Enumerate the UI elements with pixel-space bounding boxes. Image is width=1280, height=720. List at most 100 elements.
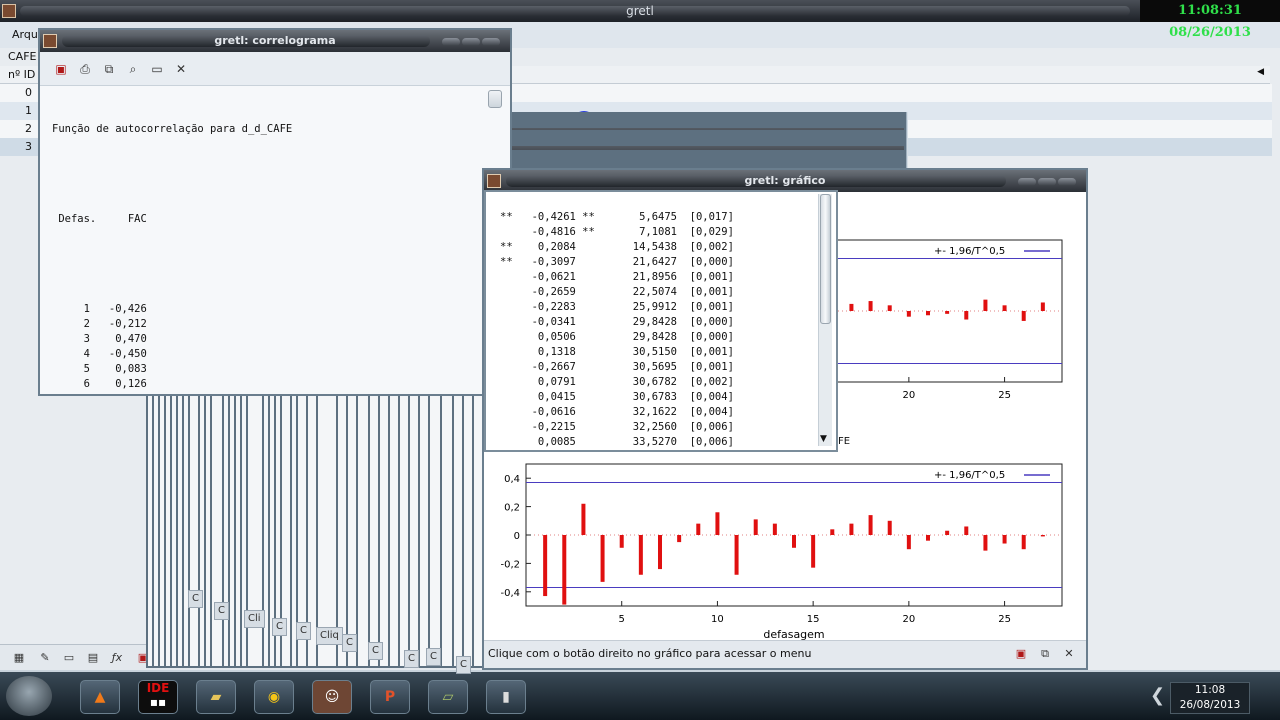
acf-bar (638, 535, 643, 575)
tray-expand-icon[interactable]: ❮ (1150, 678, 1170, 714)
acf-bar (868, 301, 873, 311)
legend-label: +- 1,96/T^0,5 (934, 246, 1005, 257)
explorer-folder-icon[interactable]: ▰ (196, 680, 236, 714)
close-icon[interactable]: ✕ (174, 62, 188, 76)
x-tick-label: 25 (998, 614, 1011, 625)
close-icon[interactable]: ✕ (1062, 647, 1076, 661)
acf-bar (1021, 535, 1026, 550)
close-button[interactable] (1058, 178, 1076, 186)
acf-bar (906, 535, 911, 550)
correlogram-row: 1 -0,426 (52, 303, 147, 315)
correlogram-row: 4 -0,450 (52, 348, 147, 360)
function-icon[interactable]: ƒx (110, 651, 124, 665)
stacked-window-button[interactable]: C (456, 656, 471, 674)
acf-chart-bottom: +- 1,96/T^0,55 10 15 20 250,40,20-0,2-0,4def… (500, 463, 1063, 641)
copy-icon[interactable]: ⧉ (1038, 647, 1052, 661)
correlogram-row: 6 0,126 (52, 378, 147, 390)
acf-bar (753, 519, 758, 535)
results-row: 0,0506 29,8428 [0,000] (500, 331, 734, 343)
maximize-button[interactable] (462, 38, 480, 46)
calculator-icon[interactable]: ▦ (12, 651, 26, 665)
column-header-id[interactable]: nº ID (8, 68, 35, 81)
camera-app-icon[interactable]: ▮ (486, 680, 526, 714)
gretl-taskbar-icon[interactable]: ☺ (312, 680, 352, 714)
acf-bar (849, 523, 854, 535)
windows-icon[interactable]: ▭ (150, 62, 164, 76)
scroll-left-arrow-icon[interactable]: ◀ (1257, 67, 1264, 77)
correlogram-text: Função de autocorrelação para d_d_CAFE D… (52, 92, 492, 392)
tray-time: 11:08 (1194, 684, 1226, 696)
stacked-window-button[interactable]: Cliq (316, 627, 343, 645)
minimize-button[interactable] (442, 38, 460, 46)
terminal-icon[interactable]: ▭ (62, 651, 76, 665)
correlogram-row: 3 0,470 (52, 333, 147, 345)
x-tick-label: 20 (902, 614, 915, 625)
acf-bar (964, 311, 969, 320)
stacked-window-button[interactable]: C (188, 590, 203, 608)
acf-bar (926, 535, 930, 541)
acf-bar (983, 299, 988, 311)
dataset-label: CAFE (8, 50, 37, 63)
x-tick-label: 5 (619, 614, 625, 625)
results-text-window[interactable]: ** -0,4261 ** 5,6475 [0,017] -0,4816 ** … (484, 190, 838, 452)
maximize-button[interactable] (1038, 178, 1056, 186)
print-icon[interactable]: ⎙ (78, 62, 92, 76)
pdf-icon[interactable]: ▣ (1014, 647, 1028, 661)
acf-bar (734, 535, 739, 575)
stacked-window-button[interactable]: C (342, 634, 357, 652)
acf-bar (830, 529, 835, 535)
acf-bar (906, 311, 911, 317)
copy-icon[interactable]: ⧉ (102, 62, 116, 76)
notes-icon[interactable]: ▱ (428, 680, 468, 714)
y-tick-label: 0 (514, 531, 520, 542)
save-icon[interactable]: ▣ (54, 62, 68, 76)
results-row: -0,4816 ** 7,1081 [0,029] (500, 226, 734, 238)
stacked-window-button[interactable]: C (368, 642, 383, 660)
chrome-icon[interactable]: ◉ (254, 680, 294, 714)
correlogram-window[interactable]: gretl: correlograma ▣ ⎙ ⧉ ⌕ ▭ ✕ Função d… (38, 28, 512, 396)
menu-file[interactable]: Arqu (12, 28, 38, 41)
scroll-down-arrow-icon[interactable]: ▼ (820, 434, 827, 444)
edit-icon[interactable]: ✎ (38, 651, 52, 665)
stacked-window-button[interactable]: C (404, 650, 419, 668)
acf-bar (849, 303, 854, 311)
results-row: -0,0621 21,8956 [0,001] (500, 271, 734, 283)
acf-bar (1021, 311, 1026, 321)
correlogram-title-bar[interactable]: gretl: correlograma (40, 30, 510, 52)
stacked-window-button[interactable]: C (426, 648, 441, 666)
stacked-window-button[interactable]: C (296, 622, 311, 640)
acf-bar (964, 526, 969, 535)
stacked-window-button[interactable]: Cli (244, 610, 265, 628)
results-row: 0,1318 30,5150 [0,001] (500, 346, 734, 358)
x-tick-label: 20 (902, 390, 915, 401)
grid-icon[interactable]: ▤ (86, 651, 100, 665)
correlogram-scroll-thumb[interactable] (488, 90, 502, 108)
results-scrollbar[interactable]: ▼ (818, 194, 832, 446)
acf-bar (715, 512, 720, 535)
graph-title-bar[interactable]: gretl: gráfico (484, 170, 1086, 192)
results-row: 0,0085 33,5270 [0,006] (500, 436, 734, 448)
results-row: -0,0341 29,8428 [0,000] (500, 316, 734, 328)
minimize-button[interactable] (1018, 178, 1036, 186)
matlab-icon[interactable]: ▲ (80, 680, 120, 714)
close-button[interactable] (482, 38, 500, 46)
correlogram-row: 5 0,083 (52, 363, 147, 375)
start-button[interactable] (6, 676, 52, 716)
x-tick-label: 15 (807, 614, 820, 625)
acf-bar (696, 523, 701, 535)
correlogram-toolbar: ▣ ⎙ ⧉ ⌕ ▭ ✕ (40, 52, 510, 86)
results-row: ** -0,3097 21,6427 [0,000] (500, 256, 734, 268)
stacked-window-button[interactable]: C (214, 602, 229, 620)
acf-bar (868, 515, 873, 535)
graph-status-bar: Clique com o botão direito no gráfico pa… (484, 640, 1086, 668)
results-scroll-thumb[interactable] (820, 194, 831, 324)
graph-window-title: gretl: gráfico (744, 174, 826, 187)
main-title-bar[interactable]: gretl (0, 0, 1280, 22)
stacked-window-button[interactable]: C (272, 618, 287, 636)
ide-app-icon[interactable]: IDE ▪▪ (138, 680, 178, 714)
tray-clock[interactable]: 11:08 26/08/2013 (1170, 682, 1250, 714)
search-icon[interactable]: ⌕ (126, 62, 140, 76)
acf-bar (1040, 302, 1045, 311)
acf-bar (887, 520, 892, 535)
powerpoint-icon[interactable]: P (370, 680, 410, 714)
